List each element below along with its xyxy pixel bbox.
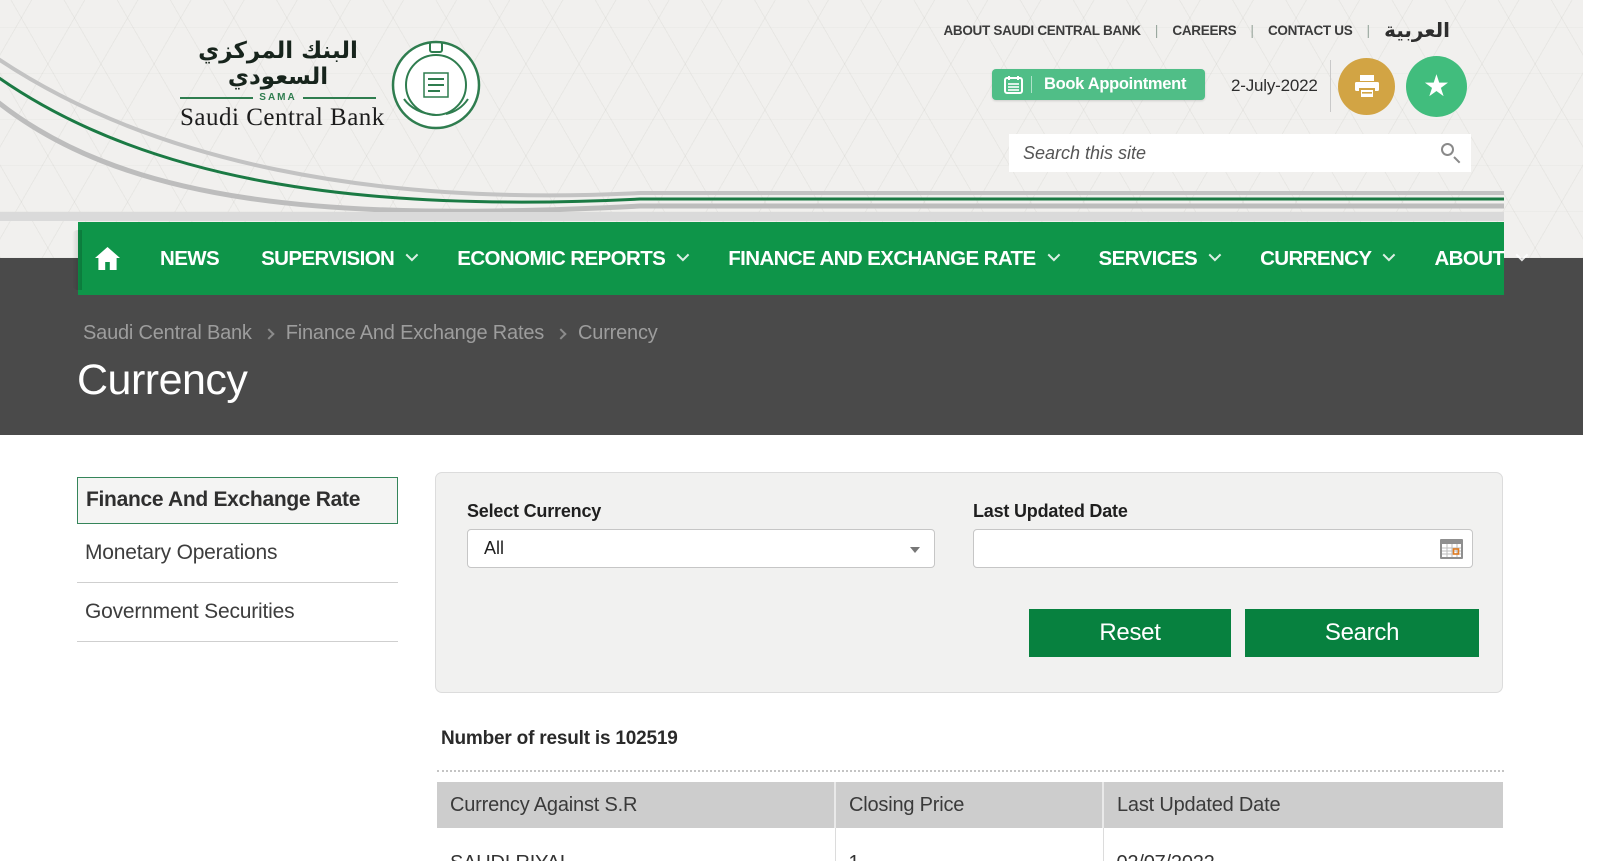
nav-home[interactable] xyxy=(78,222,139,295)
calendar-icon xyxy=(1004,75,1023,94)
date-field-wrapper xyxy=(973,529,1473,568)
book-appointment-button[interactable]: Book Appointment xyxy=(992,69,1205,100)
chevron-down-icon xyxy=(677,249,690,262)
current-date: 2-July-2022 xyxy=(1231,76,1318,96)
topbar: ABOUT SAUDI CENTRAL BANK | CAREERS | CON… xyxy=(943,18,1450,42)
filter-panel: Select Currency All Last Updated Date Re… xyxy=(435,472,1503,693)
topbar-link-careers[interactable]: CAREERS xyxy=(1172,23,1236,38)
book-appointment-label: Book Appointment xyxy=(1044,75,1186,94)
logo-sama-label: SAMA xyxy=(259,92,296,103)
logo-arabic-name: البنك المركزي السعودي xyxy=(180,38,376,90)
main-nav: NEWS SUPERVISION ECONOMIC REPORTS FINANC… xyxy=(78,222,1504,295)
header-divider xyxy=(1330,60,1331,112)
col-header-last-updated: Last Updated Date xyxy=(1103,782,1503,828)
sidebar-item-government-securities[interactable]: Government Securities xyxy=(77,583,398,642)
nav-item-label: ABOUT xyxy=(1434,247,1504,271)
star-icon: ★ xyxy=(1423,72,1450,102)
search-icon[interactable] xyxy=(1441,143,1461,163)
nav-item-label: ECONOMIC REPORTS xyxy=(457,247,665,271)
nav-item-economic-reports[interactable]: ECONOMIC REPORTS xyxy=(436,222,707,295)
logo-sama-row: SAMA xyxy=(180,92,376,103)
nav-item-currency[interactable]: CURRENCY xyxy=(1239,222,1413,295)
last-updated-date-input[interactable] xyxy=(974,530,1472,567)
currency-select[interactable]: All xyxy=(467,529,935,568)
nav-item-services[interactable]: SERVICES xyxy=(1078,222,1240,295)
header-background: ABOUT SAUDI CENTRAL BANK | CAREERS | CON… xyxy=(0,0,1583,258)
printer-icon xyxy=(1354,75,1380,99)
currency-table: Currency Against S.R Closing Price Last … xyxy=(437,782,1503,861)
chevron-down-icon xyxy=(1209,249,1222,262)
chevron-down-icon xyxy=(1516,249,1529,262)
page-title: Currency xyxy=(77,356,247,405)
result-count: Number of result is 102519 xyxy=(441,728,678,750)
currency-select-value: All xyxy=(468,538,504,559)
dotted-divider xyxy=(437,770,1504,772)
sidebar-item-finance-and-exchange-rate[interactable]: Finance And Exchange Rate xyxy=(77,477,398,524)
nav-item-label: SERVICES xyxy=(1099,247,1198,271)
topbar-link-about[interactable]: ABOUT SAUDI CENTRAL BANK xyxy=(943,23,1140,38)
site-search-input[interactable] xyxy=(1009,134,1471,172)
chevron-down-icon xyxy=(1047,249,1060,262)
favorites-button[interactable]: ★ xyxy=(1406,56,1467,117)
col-header-currency: Currency Against S.R xyxy=(437,782,835,828)
bank-emblem-icon xyxy=(390,39,482,131)
dropdown-arrow-icon xyxy=(910,547,920,553)
bank-logo[interactable]: البنك المركزي السعودي SAMA Saudi Central… xyxy=(180,38,482,132)
nav-item-label: CURRENCY xyxy=(1260,247,1371,271)
chevron-down-icon xyxy=(406,249,419,262)
sidebar-item-monetary-operations[interactable]: Monetary Operations xyxy=(77,524,398,583)
last-updated-date-label: Last Updated Date xyxy=(973,501,1128,522)
cell-closing-price: 1 xyxy=(835,828,1103,861)
cell-currency: SAUDI RIYAL xyxy=(437,828,835,861)
breadcrumb-home[interactable]: Saudi Central Bank xyxy=(83,322,252,345)
topbar-separator: | xyxy=(1250,22,1254,38)
select-currency-label: Select Currency xyxy=(467,501,601,522)
topbar-link-contact[interactable]: CONTACT US xyxy=(1268,23,1353,38)
logo-english-name: Saudi Central Bank xyxy=(180,104,376,132)
nav-item-label: FINANCE AND EXCHANGE RATE xyxy=(728,247,1035,271)
breadcrumb-finance[interactable]: Finance And Exchange Rates xyxy=(286,322,544,345)
button-divider xyxy=(1031,76,1032,93)
page: ABOUT SAUDI CENTRAL BANK | CAREERS | CON… xyxy=(0,0,1603,861)
table-row: SAUDI RIYAL 1 02/07/2022 xyxy=(437,828,1503,861)
language-switch-arabic[interactable]: العربية xyxy=(1384,18,1450,42)
logo-text: البنك المركزي السعودي SAMA Saudi Central… xyxy=(180,38,376,132)
datepicker-calendar-icon[interactable] xyxy=(1440,539,1463,559)
reset-button[interactable]: Reset xyxy=(1029,609,1231,657)
print-button[interactable] xyxy=(1338,58,1395,115)
table-header-row: Currency Against S.R Closing Price Last … xyxy=(437,782,1503,828)
chevron-right-icon xyxy=(555,328,566,339)
breadcrumb-current: Currency xyxy=(578,322,658,345)
topbar-separator: | xyxy=(1155,22,1159,38)
nav-item-about[interactable]: ABOUT xyxy=(1413,222,1546,295)
nav-item-news[interactable]: NEWS xyxy=(139,222,240,295)
breadcrumb: Saudi Central Bank Finance And Exchange … xyxy=(83,322,658,345)
home-icon xyxy=(94,246,121,271)
chevron-right-icon xyxy=(263,328,274,339)
nav-item-supervision[interactable]: SUPERVISION xyxy=(240,222,436,295)
site-search xyxy=(1009,134,1471,172)
search-button[interactable]: Search xyxy=(1245,609,1479,657)
nav-item-finance-and-exchange-rate[interactable]: FINANCE AND EXCHANGE RATE xyxy=(707,222,1077,295)
nav-item-label: NEWS xyxy=(160,247,219,271)
cell-last-updated: 02/07/2022 xyxy=(1103,828,1503,861)
col-header-closing-price: Closing Price xyxy=(835,782,1103,828)
chevron-down-icon xyxy=(1383,249,1396,262)
nav-item-label: SUPERVISION xyxy=(261,247,394,271)
topbar-separator: | xyxy=(1366,22,1370,38)
sidebar: Finance And Exchange Rate Monetary Opera… xyxy=(77,477,398,642)
